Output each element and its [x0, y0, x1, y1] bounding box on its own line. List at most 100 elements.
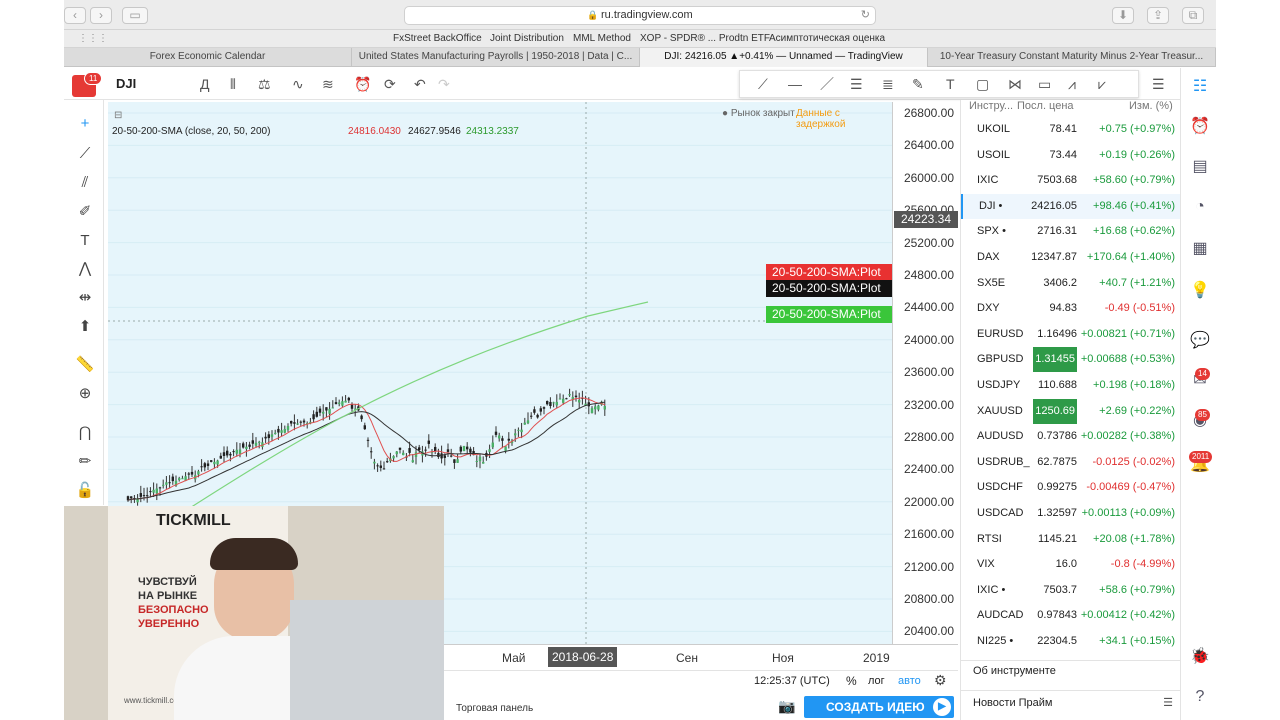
- tabs-overview-icon[interactable]: ⧉: [1182, 7, 1204, 24]
- hotlist-icon[interactable]: ◔: [1189, 196, 1211, 218]
- watchlist-row[interactable]: USOIL 73.44 +0.19 (+0.26%): [961, 143, 1181, 168]
- back-button[interactable]: ‹: [64, 7, 86, 24]
- watchlist-row[interactable]: USDJPY 110.688 +0.198 (+0.18%): [961, 373, 1181, 398]
- channel-icon[interactable]: ⫽: [75, 173, 95, 193]
- watchlist-row[interactable]: USDCAD 1.32597 +0.00113 (+0.09%): [961, 501, 1181, 526]
- text-icon[interactable]: T: [75, 231, 95, 251]
- tab[interactable]: United States Manufacturing Payrolls | 1…: [352, 48, 640, 67]
- indicator-legend[interactable]: 20-50-200-SMA (close, 20, 50, 200): [112, 126, 270, 137]
- symbol-input[interactable]: DJI: [116, 76, 136, 91]
- watchlist-row[interactable]: VIX 16.0 -0.8 (-4.99%): [961, 552, 1181, 577]
- watchlist-row[interactable]: DXY 94.83 -0.49 (-0.51%): [961, 296, 1181, 321]
- watchlist-menu-icon[interactable]: ☰: [1152, 75, 1165, 93]
- zoom-icon[interactable]: ⊕: [75, 384, 95, 404]
- data-window-icon[interactable]: ▤: [1189, 156, 1211, 178]
- ray-icon[interactable]: ／: [820, 75, 834, 93]
- bookmark[interactable]: FxStreet BackOffice: [393, 33, 482, 44]
- log-toggle[interactable]: лог: [868, 675, 885, 687]
- camera-icon[interactable]: 📷: [778, 698, 795, 715]
- watchlist-icon[interactable]: ☷: [1189, 76, 1211, 98]
- play-icon[interactable]: ▶: [933, 698, 951, 716]
- grid-icon[interactable]: ⋮⋮⋮: [78, 33, 108, 44]
- watchlist-row[interactable]: AUDCAD 0.97843 +0.00412 (+0.42%): [961, 603, 1181, 628]
- brush-icon[interactable]: ✐: [75, 202, 95, 222]
- share-icon[interactable]: ⇪: [1147, 7, 1169, 24]
- watchlist-row[interactable]: GBPUSD 1.31455 +0.00688 (+0.53%): [961, 347, 1181, 373]
- tab[interactable]: Forex Economic Calendar: [64, 48, 352, 67]
- templates-icon[interactable]: ≋: [322, 75, 334, 93]
- pattern-icon[interactable]: ⋈: [1008, 75, 1022, 93]
- replay-icon[interactable]: ⟳: [384, 75, 396, 93]
- download-icon[interactable]: ⬇: [1112, 7, 1134, 24]
- forward-button[interactable]: ›: [90, 7, 112, 24]
- watchlist-row[interactable]: USDCHF 0.99275 -0.00469 (-0.47%): [961, 475, 1181, 500]
- watchlist-row[interactable]: XAUUSD 1250.69 +2.69 (+0.22%): [961, 398, 1181, 424]
- lock-drawings-icon[interactable]: ✏: [75, 452, 95, 472]
- delay-notice[interactable]: Данные с задержкой: [796, 108, 892, 130]
- watchlist-row[interactable]: DAX 12347.87 +170.64 (+1.40%): [961, 245, 1181, 270]
- tab[interactable]: 10-Year Treasury Constant Maturity Minus…: [928, 48, 1216, 67]
- menu-icon[interactable]: ☰: [1163, 691, 1173, 715]
- watchlist-row[interactable]: RTSI 1145.21 +20.08 (+1.78%): [961, 527, 1181, 552]
- callout-icon[interactable]: ▭: [1038, 75, 1051, 93]
- bookmark[interactable]: Асимптотическая оценка: [769, 33, 885, 44]
- interval-button[interactable]: Д: [200, 75, 209, 93]
- help-icon[interactable]: ?: [1189, 686, 1211, 708]
- trend-line-icon[interactable]: ⟋: [75, 144, 95, 164]
- fib-icon[interactable]: ☰: [850, 75, 863, 93]
- settings-gear-icon[interactable]: ⚙: [934, 672, 947, 689]
- undo-icon[interactable]: ↶: [414, 75, 426, 93]
- percent-toggle[interactable]: %: [846, 674, 857, 688]
- channel-icon[interactable]: ≣: [882, 75, 894, 93]
- crosshair-icon[interactable]: +: [75, 114, 95, 134]
- auto-toggle[interactable]: авто: [898, 675, 921, 687]
- ruler-icon[interactable]: 📏: [75, 355, 95, 375]
- news-prime[interactable]: Новости Прайм ☰: [961, 690, 1181, 716]
- price-axis[interactable]: 26800.0026400.0026000.0025600.0025200.00…: [892, 102, 958, 644]
- lock-icon[interactable]: 🔓: [75, 481, 95, 501]
- pattern-icon[interactable]: ⋀: [75, 259, 95, 279]
- collapse-legend-icon[interactable]: ⊟: [114, 110, 122, 121]
- watchlist-row[interactable]: EURUSD 1.16496 +0.00821 (+0.71%): [961, 322, 1181, 347]
- watchlist-row[interactable]: UKOIL 78.41 +0.75 (+0.97%): [961, 117, 1181, 142]
- pen-icon[interactable]: ✎: [912, 75, 924, 93]
- rectangle-icon[interactable]: ▢: [976, 75, 989, 93]
- elliott-icon[interactable]: ⩗: [1098, 75, 1106, 93]
- watchlist-row[interactable]: AUDUSD 0.73786 +0.00282 (+0.38%): [961, 424, 1181, 449]
- bookmark[interactable]: Joint Distribution: [490, 33, 564, 44]
- col-last[interactable]: Посл. цена: [1017, 100, 1074, 112]
- trading-panel-tab[interactable]: Торговая панель: [456, 703, 533, 714]
- col-instrument[interactable]: Инстру...: [969, 100, 1013, 112]
- bookmark[interactable]: MML Method: [573, 33, 631, 44]
- chat-icon[interactable]: 💬: [1189, 330, 1211, 352]
- redo-icon[interactable]: ↷: [438, 75, 450, 93]
- bookmark[interactable]: XOP - SPDR® ... Prodtn ETF: [640, 33, 770, 44]
- horizontal-line-icon[interactable]: —: [788, 75, 802, 93]
- create-idea-button[interactable]: СОЗДАТЬ ИДЕЮ ▶: [804, 696, 954, 718]
- ideas-bulb-icon[interactable]: 💡: [1189, 280, 1211, 302]
- compare-icon[interactable]: ⚖: [258, 75, 271, 93]
- col-change[interactable]: Изм. (%): [1129, 100, 1173, 112]
- magnet-icon[interactable]: ⋂: [75, 423, 95, 443]
- sidebar-icon[interactable]: ▭: [122, 7, 148, 24]
- about-instrument[interactable]: Об инструменте: [961, 660, 1181, 688]
- watchlist-row[interactable]: SPX • 2716.31 +16.68 (+0.62%): [961, 219, 1181, 244]
- calendar-icon[interactable]: ▦: [1189, 238, 1211, 260]
- alarm-clock-icon[interactable]: ⏰: [1189, 116, 1211, 138]
- clock[interactable]: 12:25:37 (UTC): [754, 675, 830, 687]
- watchlist-row[interactable]: NI225 • 22304.5 +34.1 (+0.15%): [961, 629, 1181, 654]
- watchlist-row[interactable]: USDRUB_ 62.7875 -0.0125 (-0.02%): [961, 450, 1181, 475]
- text-icon[interactable]: T: [946, 75, 955, 93]
- trend-line-icon[interactable]: ⟋: [758, 75, 768, 93]
- watchlist-row[interactable]: SX5E 3406.2 +40.7 (+1.21%): [961, 271, 1181, 296]
- prediction-icon[interactable]: ⇹: [75, 288, 95, 308]
- wave-icon[interactable]: ⩘: [1068, 75, 1076, 93]
- watchlist-row[interactable]: IXIC 7503.68 +58.60 (+0.79%): [961, 168, 1181, 193]
- indicators-icon[interactable]: ∿: [292, 75, 304, 93]
- candles-icon[interactable]: ⫴: [230, 75, 236, 93]
- alert-icon[interactable]: ⏰: [354, 75, 371, 93]
- bug-icon[interactable]: 🐞: [1189, 646, 1211, 668]
- reload-icon[interactable]: ↻: [861, 7, 870, 24]
- arrow-up-icon[interactable]: ⬆: [75, 317, 95, 337]
- url-bar[interactable]: 🔒 ru.tradingview.com ↻: [404, 6, 876, 25]
